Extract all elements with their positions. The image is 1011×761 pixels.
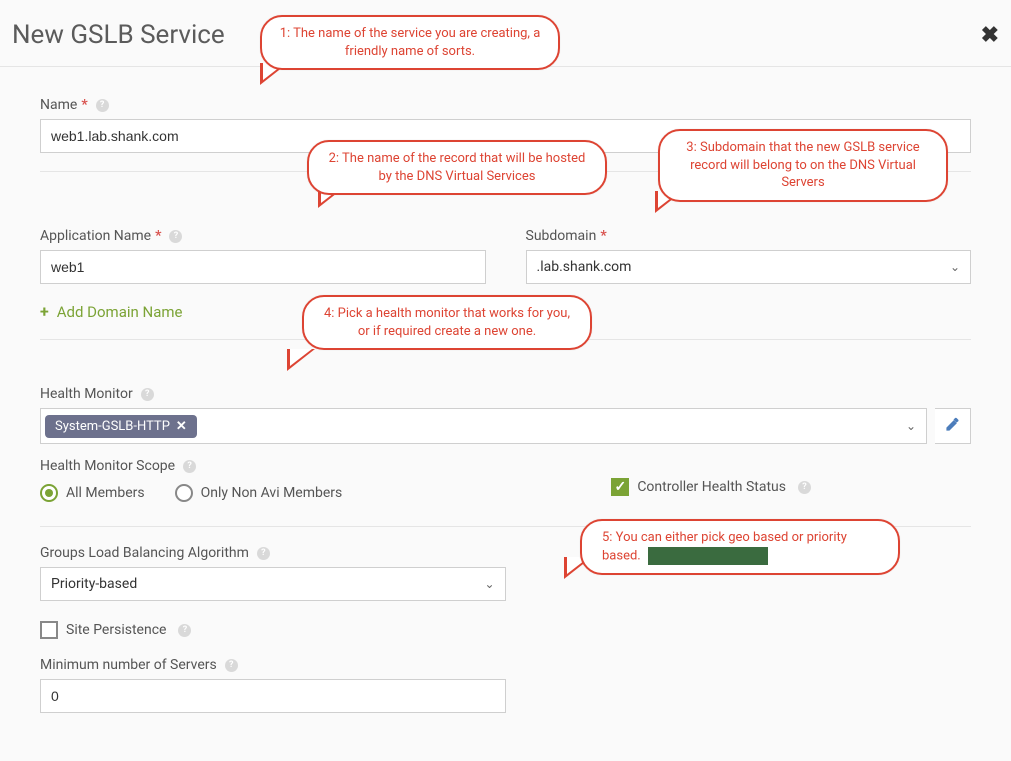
radio-label: All Members bbox=[66, 485, 145, 501]
application-name-field[interactable] bbox=[40, 250, 486, 284]
hm-scope-label: Health Monitor Scope bbox=[40, 458, 175, 474]
app-name-label: Application Name bbox=[40, 228, 151, 244]
help-icon[interactable]: ? bbox=[178, 624, 191, 637]
required-asterisk: * bbox=[600, 228, 606, 244]
radio-on-icon bbox=[40, 484, 58, 502]
help-icon[interactable]: ? bbox=[169, 230, 182, 243]
plus-icon: + bbox=[40, 302, 49, 321]
hm-scope-nonavi-radio[interactable]: Only Non Avi Members bbox=[175, 484, 343, 502]
health-monitor-select[interactable]: System-GSLB-HTTP ✕ ⌄ bbox=[40, 408, 927, 444]
subdomain-value: .lab.shank.com bbox=[537, 259, 632, 275]
chevron-down-icon: ⌄ bbox=[484, 577, 494, 591]
health-monitor-chip: System-GSLB-HTTP ✕ bbox=[45, 415, 197, 438]
controller-health-checkbox[interactable]: ✓ Controller Health Status ? bbox=[611, 478, 811, 496]
site-persistence-checkbox[interactable]: Site Persistence ? bbox=[40, 621, 191, 639]
help-icon[interactable]: ? bbox=[225, 659, 238, 672]
radio-label: Only Non Avi Members bbox=[201, 485, 343, 501]
page-title: New GSLB Service bbox=[12, 20, 225, 50]
annotation-1: 1: The name of the service you are creat… bbox=[260, 15, 560, 70]
chevron-down-icon: ⌄ bbox=[950, 260, 960, 274]
checkbox-off-icon bbox=[40, 621, 58, 639]
health-monitor-edit-button[interactable] bbox=[935, 408, 971, 444]
checkbox-on-icon: ✓ bbox=[611, 478, 629, 496]
controller-health-label: Controller Health Status bbox=[637, 479, 786, 495]
add-domain-name-button[interactable]: + Add Domain Name bbox=[40, 302, 182, 321]
help-icon[interactable]: ? bbox=[96, 99, 109, 112]
annotation-4: 4: Pick a health monitor that works for … bbox=[302, 295, 592, 350]
required-asterisk: * bbox=[155, 228, 161, 244]
add-domain-label: Add Domain Name bbox=[57, 303, 183, 321]
chip-remove-icon[interactable]: ✕ bbox=[176, 419, 187, 434]
subdomain-select[interactable]: .lab.shank.com ⌄ bbox=[526, 250, 972, 284]
subdomain-label: Subdomain bbox=[526, 228, 597, 244]
help-icon[interactable]: ? bbox=[183, 460, 196, 473]
name-label: Name bbox=[40, 97, 77, 113]
redaction-box bbox=[648, 547, 768, 565]
annotation-5: 5: You can either pick geo based or prio… bbox=[580, 519, 900, 575]
required-asterisk: * bbox=[81, 97, 87, 113]
hm-scope-all-radio[interactable]: All Members bbox=[40, 484, 145, 502]
annotation-3: 3: Subdomain that the new GSLB service r… bbox=[658, 129, 948, 202]
chip-label: System-GSLB-HTTP bbox=[55, 419, 170, 434]
chevron-down-icon: ⌄ bbox=[906, 419, 916, 433]
annotation-2: 2: The name of the record that will be h… bbox=[307, 140, 607, 195]
site-persistence-label: Site Persistence bbox=[66, 622, 166, 638]
pencil-icon bbox=[945, 417, 960, 436]
annotation-4-pointer bbox=[287, 349, 315, 371]
min-servers-field[interactable] bbox=[40, 679, 506, 713]
group-lb-select[interactable]: Priority-based ⌄ bbox=[40, 567, 506, 601]
radio-off-icon bbox=[175, 484, 193, 502]
help-icon[interactable]: ? bbox=[257, 547, 270, 560]
close-icon[interactable]: ✖ bbox=[981, 23, 999, 48]
help-icon[interactable]: ? bbox=[798, 481, 811, 494]
group-lb-label: Groups Load Balancing Algorithm bbox=[40, 545, 249, 561]
help-icon[interactable]: ? bbox=[141, 388, 154, 401]
group-lb-value: Priority-based bbox=[51, 576, 137, 592]
health-monitor-label: Health Monitor bbox=[40, 386, 133, 402]
min-servers-label: Minimum number of Servers bbox=[40, 657, 217, 673]
